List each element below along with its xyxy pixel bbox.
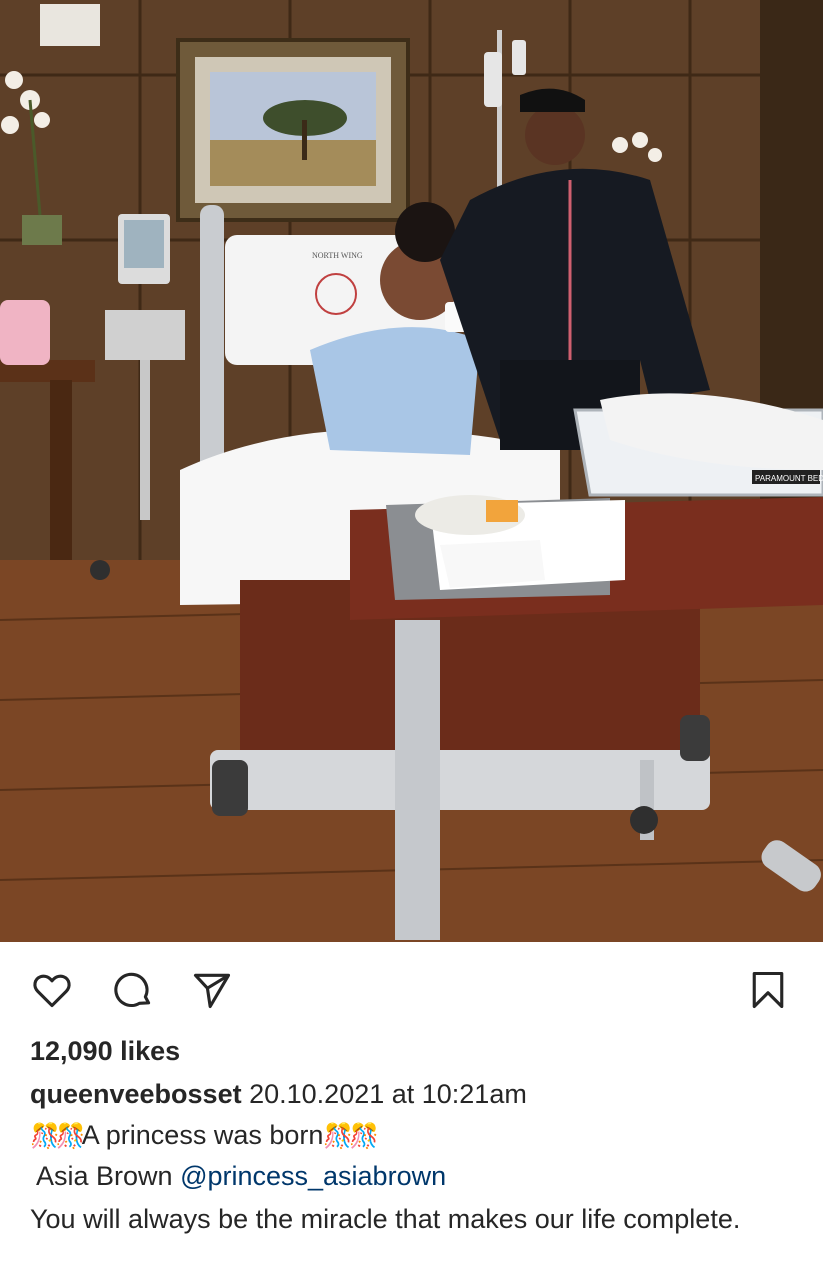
like-button[interactable]	[28, 966, 76, 1014]
caption-text-1: A princess was born	[81, 1120, 324, 1150]
caption-line-1: 🎊🎊A princess was born🎊🎊	[30, 1120, 379, 1151]
bookmark-icon	[752, 971, 784, 1009]
caption-line-2: Asia Brown @princess_asiabrown	[36, 1161, 446, 1192]
mention-link[interactable]: @princess_asiabrown	[180, 1161, 446, 1191]
share-button[interactable]	[188, 966, 236, 1014]
post-photo[interactable]: NORTH WING PARAMOUNT BED	[0, 0, 823, 942]
post-action-bar	[0, 942, 823, 1037]
heart-icon	[33, 974, 71, 1008]
confetti-icon: 🎊🎊	[30, 1123, 86, 1150]
confetti-icon: 🎊🎊	[323, 1123, 379, 1150]
post-username[interactable]: queenveebosset	[30, 1079, 242, 1109]
share-icon	[193, 973, 231, 1009]
comment-button[interactable]	[109, 966, 157, 1014]
hospital-scene-illustration: NORTH WING PARAMOUNT BED	[0, 0, 823, 942]
likes-count[interactable]: 12,090 likes	[30, 1036, 180, 1067]
caption-text-3: You will always be the miracle that make…	[30, 1204, 741, 1234]
caption-text-2: Asia Brown	[36, 1161, 181, 1191]
comment-icon	[114, 972, 151, 1008]
post-timestamp: 20.10.2021 at 10:21am	[249, 1079, 527, 1109]
save-button[interactable]	[744, 966, 792, 1014]
bed-brand-label: PARAMOUNT BED	[755, 474, 823, 483]
pillow-label: NORTH WING	[312, 251, 363, 260]
caption-header: queenveebosset 20.10.2021 at 10:21am	[30, 1079, 527, 1110]
